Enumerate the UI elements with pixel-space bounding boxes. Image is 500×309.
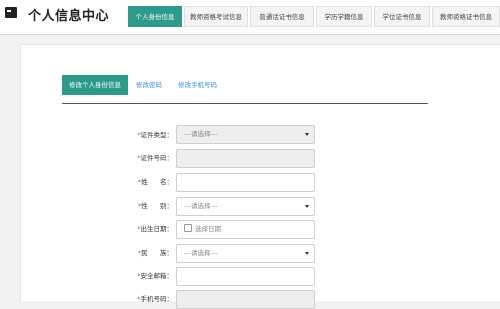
tab-identity-info[interactable]: 个人身份信息 [128, 6, 182, 27]
tab-teacher-cert-info[interactable]: 教师资格证书信息 [432, 6, 500, 27]
subtab-edit-identity[interactable]: 修改个人身份信息 [62, 75, 128, 95]
page-title: 个人信息中心 [28, 9, 110, 24]
id-type-select[interactable]: ---请选择--- [176, 125, 315, 144]
app-logo-icon [5, 7, 17, 18]
email-field[interactable] [176, 267, 315, 286]
select-value: ---请选择--- [184, 130, 218, 138]
field-label: 安全邮箱： [140, 272, 174, 280]
field-label: 手机号码： [140, 295, 174, 303]
tab-mandarin-info[interactable]: 普通话证书信息 [250, 6, 314, 27]
select-value: ---请选择--- [184, 249, 218, 257]
field-label: 姓 名： [141, 178, 173, 186]
gender-select[interactable]: ---请选择--- [176, 197, 315, 216]
field-label: 出生日期： [140, 225, 174, 233]
chevron-down-icon [305, 252, 309, 255]
field-label: 证件号码： [140, 154, 174, 162]
subtab-change-password[interactable]: 修改密码 [136, 75, 162, 95]
field-label: 性 别： [141, 202, 173, 210]
chevron-down-icon [305, 133, 309, 136]
tab-degree-info[interactable]: 学位证书信息 [374, 6, 430, 27]
divider [62, 103, 428, 104]
calendar-icon [184, 224, 192, 232]
name-field[interactable] [176, 173, 315, 192]
field-label: 民 族： [141, 249, 173, 257]
select-value: ---请选择--- [184, 202, 218, 210]
ethnicity-select[interactable]: ---请选择--- [176, 244, 315, 263]
date-placeholder: 选择日期 [195, 225, 221, 233]
subtab-change-phone[interactable]: 修改手机号码 [178, 75, 217, 95]
id-number-field[interactable] [176, 149, 315, 168]
tab-education-info[interactable]: 学历学籍信息 [316, 6, 372, 27]
tab-exam-info[interactable]: 教师资格考试信息 [184, 6, 248, 27]
chevron-down-icon [305, 205, 309, 208]
field-label: 证件类型： [140, 131, 174, 139]
birthdate-picker[interactable]: 选择日期 [176, 220, 315, 239]
top-bar: 个人信息中心 个人身份信息 教师资格考试信息 普通话证书信息 学历学籍信息 学位… [0, 0, 500, 35]
